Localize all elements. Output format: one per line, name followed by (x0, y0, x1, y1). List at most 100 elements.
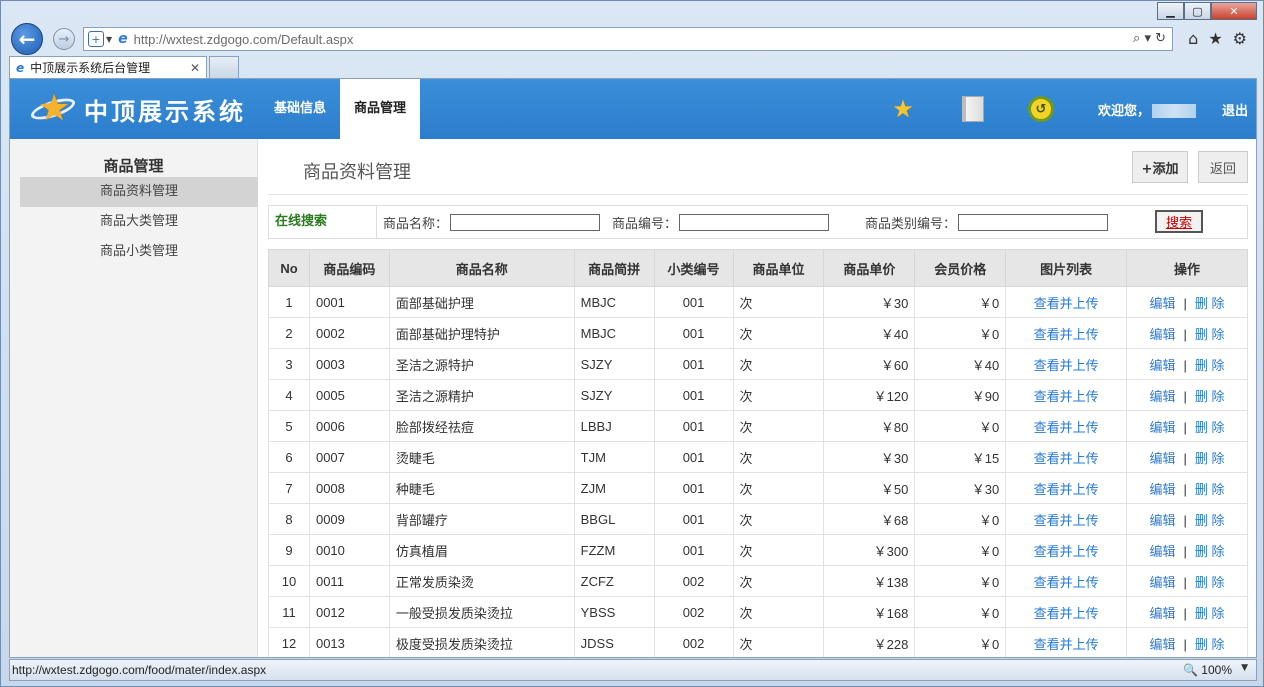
zoom-level[interactable]: 🔍 100% (1183, 663, 1232, 677)
table-cell: ￥40 (823, 317, 916, 349)
table-row: 11 0012 一般受损发质染烫拉 YBSS 002 次 ￥168 ￥0 查看并上传 编辑 | 删 除 (268, 596, 1248, 628)
table-row: 1 0001 面部基础护理 MBJC 001 次 ￥30 ￥0 查看并上传 编辑 | 删 除 (268, 286, 1248, 318)
edit-link[interactable]: 编辑 (1150, 606, 1176, 621)
view-upload-link[interactable]: 查看并上传 (1034, 482, 1099, 497)
shield-icon[interactable]: + (88, 31, 104, 47)
view-upload-link[interactable]: 查看并上传 (1034, 296, 1099, 311)
search-button[interactable]: 搜索 (1155, 210, 1203, 233)
separator: | (1183, 295, 1187, 311)
edit-link[interactable]: 编辑 (1150, 296, 1176, 311)
table-cell: 仿真植眉 (388, 534, 575, 566)
new-tab-button[interactable] (209, 56, 239, 78)
main-nav: 基础信息 商品管理 (260, 79, 421, 139)
delete-link[interactable]: 删 除 (1195, 575, 1225, 590)
column-header: 图片列表 (1005, 249, 1128, 287)
delete-link[interactable]: 删 除 (1195, 513, 1225, 528)
table-cell: 1 (268, 286, 310, 318)
nav-basic-info[interactable]: 基础信息 (260, 79, 340, 139)
edit-link[interactable]: 编辑 (1150, 482, 1176, 497)
table-cell: ￥0 (914, 534, 1007, 566)
table-row: 12 0013 极度受损发质染烫拉 JDSS 002 次 ￥228 ￥0 查看并上传 编辑 | 删 除 (268, 627, 1248, 657)
favorites-star-icon[interactable]: ★ (1208, 29, 1222, 48)
table-cell: ￥15 (914, 441, 1007, 473)
delete-link[interactable]: 删 除 (1195, 451, 1225, 466)
address-url[interactable]: http://wxtest.zdgogo.com/Default.aspx (134, 32, 354, 47)
browser-tab[interactable]: e 中顶展示系统后台管理 ✕ (9, 56, 207, 78)
separator: | (1183, 450, 1187, 466)
sidebar-item-major-category[interactable]: 商品大类管理 (20, 207, 258, 237)
minimize-icon[interactable]: ▁ (1157, 2, 1184, 20)
table-cell: 0009 (308, 503, 390, 535)
view-upload-link[interactable]: 查看并上传 (1034, 544, 1099, 559)
edit-link[interactable]: 编辑 (1150, 451, 1176, 466)
delete-link[interactable]: 删 除 (1195, 327, 1225, 342)
table-cell: 001 (653, 348, 734, 380)
table-cell: ￥90 (914, 379, 1007, 411)
delete-link[interactable]: 删 除 (1195, 389, 1225, 404)
edit-link[interactable]: 编辑 (1150, 544, 1176, 559)
delete-link[interactable]: 删 除 (1195, 358, 1225, 373)
edit-link[interactable]: 编辑 (1150, 327, 1176, 342)
table-cell: 查看并上传 (1005, 534, 1128, 566)
view-upload-link[interactable]: 查看并上传 (1034, 637, 1099, 652)
search-refresh-icons[interactable]: ⌕ ▾ ↻ (1133, 31, 1166, 46)
notebook-icon[interactable] (961, 96, 984, 122)
view-upload-link[interactable]: 查看并上传 (1034, 606, 1099, 621)
sidebar-item-minor-category[interactable]: 商品小类管理 (20, 237, 258, 267)
table-cell: ZJM (573, 472, 655, 504)
category-code-input[interactable] (958, 213, 1109, 231)
back-arrow-icon[interactable]: ← (11, 23, 43, 55)
view-upload-link[interactable]: 查看并上传 (1034, 358, 1099, 373)
separator: | (1183, 543, 1187, 559)
home-icon[interactable]: ⌂ (1188, 29, 1198, 48)
table-cell: 查看并上传 (1005, 286, 1128, 318)
sidebar-item-product-info[interactable]: 商品资料管理 (20, 177, 258, 207)
view-upload-link[interactable]: 查看并上传 (1034, 420, 1099, 435)
logout-link[interactable]: 退出 (1222, 100, 1248, 119)
close-icon[interactable]: ✕ (1211, 2, 1257, 20)
delete-link[interactable]: 删 除 (1195, 482, 1225, 497)
chevron-down-icon[interactable]: ▼ (106, 35, 112, 44)
table-cell: 种睫毛 (388, 472, 575, 504)
edit-link[interactable]: 编辑 (1150, 389, 1176, 404)
table-cell: 0013 (308, 627, 390, 657)
logo-text: 中顶展示系统 (84, 97, 246, 126)
maximize-icon[interactable]: ▢ (1184, 2, 1211, 20)
delete-link[interactable]: 删 除 (1195, 637, 1225, 652)
gear-icon[interactable]: ⚙ (1233, 29, 1247, 48)
separator: | (1183, 605, 1187, 621)
view-upload-link[interactable]: 查看并上传 (1034, 327, 1099, 342)
table-cell: 001 (653, 441, 734, 473)
forward-arrow-icon[interactable]: → (53, 28, 75, 50)
edit-link[interactable]: 编辑 (1150, 575, 1176, 590)
edit-link[interactable]: 编辑 (1150, 637, 1176, 652)
delete-link[interactable]: 删 除 (1195, 420, 1225, 435)
table-cell: 8 (268, 503, 310, 535)
close-tab-icon[interactable]: ✕ (190, 61, 200, 75)
table-cell: ￥0 (914, 410, 1007, 442)
table-cell: 0001 (308, 286, 390, 318)
view-upload-link[interactable]: 查看并上传 (1034, 389, 1099, 404)
delete-link[interactable]: 删 除 (1195, 296, 1225, 311)
delete-link[interactable]: 删 除 (1195, 544, 1225, 559)
edit-link[interactable]: 编辑 (1150, 358, 1176, 373)
chevron-down-icon[interactable]: ▼ (1241, 663, 1248, 673)
nav-product-management[interactable]: 商品管理 (340, 79, 421, 139)
product-code-input[interactable] (679, 213, 830, 231)
add-button[interactable]: +添加 (1132, 151, 1188, 183)
view-upload-link[interactable]: 查看并上传 (1034, 575, 1099, 590)
star-icon[interactable]: ★ (888, 94, 918, 124)
edit-link[interactable]: 编辑 (1150, 420, 1176, 435)
history-icon[interactable]: ↺ (1027, 96, 1054, 122)
delete-link[interactable]: 删 除 (1195, 606, 1225, 621)
table-cell: 0006 (308, 410, 390, 442)
address-bar[interactable]: + ▼ e http://wxtest.zdgogo.com/Default.a… (83, 27, 1173, 51)
edit-link[interactable]: 编辑 (1150, 513, 1176, 528)
app-logo: ★ 中顶展示系统 (28, 87, 246, 131)
back-button[interactable]: 返回 (1198, 151, 1248, 183)
view-upload-link[interactable]: 查看并上传 (1034, 451, 1099, 466)
table-cell: ￥68 (823, 503, 916, 535)
table-cell: 4 (268, 379, 310, 411)
product-name-input[interactable] (450, 213, 601, 231)
view-upload-link[interactable]: 查看并上传 (1034, 513, 1099, 528)
